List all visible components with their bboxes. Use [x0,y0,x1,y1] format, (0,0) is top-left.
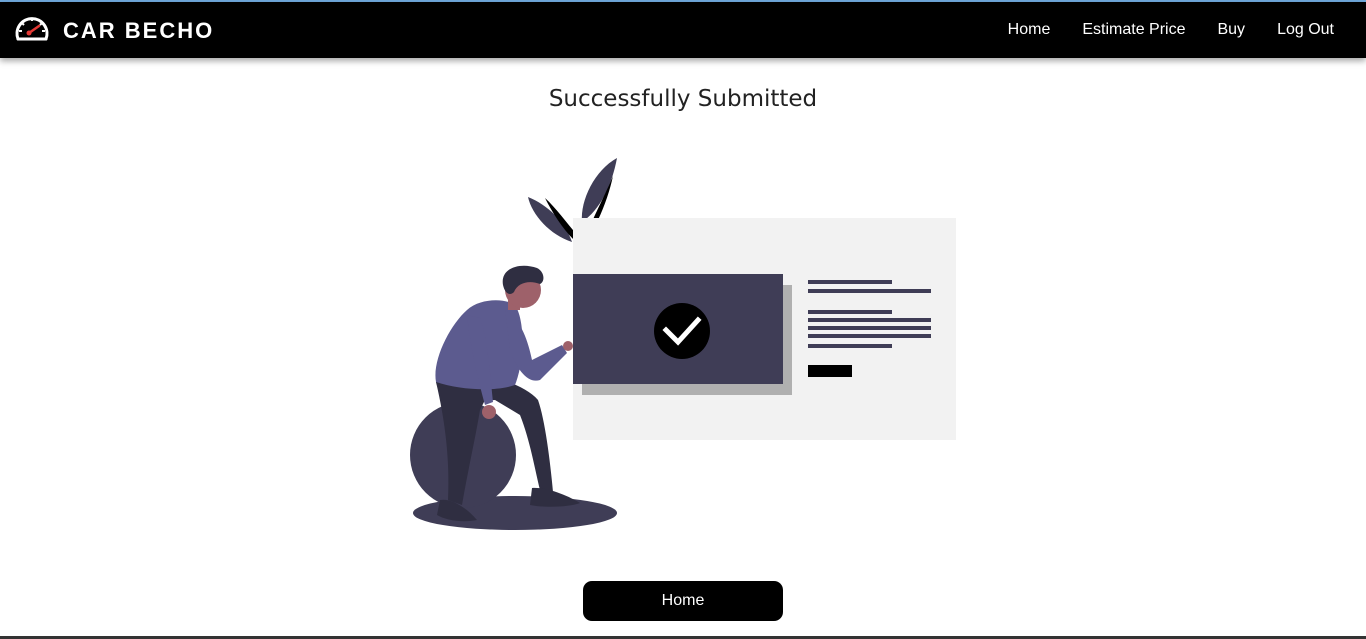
speedometer-icon [14,12,50,51]
home-button[interactable]: Home [583,581,783,621]
nav-logout-link[interactable]: Log Out [1277,21,1334,39]
navbar: CAR BECHO Home Estimate Price Buy Log Ou… [0,2,1366,58]
success-illustration [400,150,970,540]
page-title: Successfully Submitted [548,86,818,112]
nav-buy-link[interactable]: Buy [1217,21,1245,39]
brand-link[interactable]: CAR BECHO [14,14,214,48]
nav-links: Home Estimate Price Buy Log Out [1008,2,1334,58]
brand-name: CAR BECHO [63,18,215,43]
nav-estimate-price-link[interactable]: Estimate Price [1082,21,1185,39]
nav-home-link[interactable]: Home [1008,21,1051,39]
